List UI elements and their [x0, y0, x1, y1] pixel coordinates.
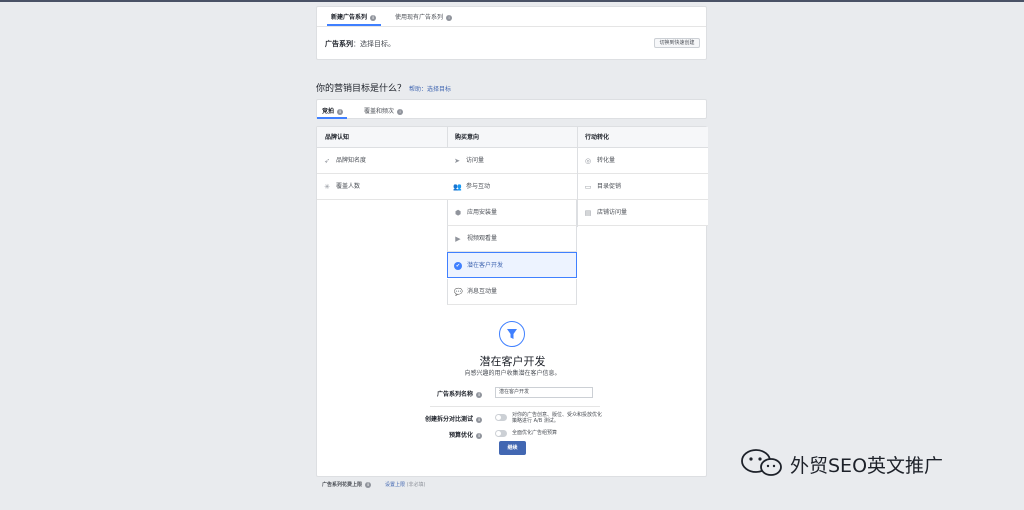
- active-tab-indicator: [317, 117, 347, 119]
- cart-icon: ▭: [584, 183, 592, 191]
- objective-panel: 品牌认知 购买意向 行动转化 ➶ 品牌知名度 ✳ 覆盖人数 ➤ 访问量 👥 参与互动 ⬢…: [316, 126, 708, 477]
- info-icon[interactable]: i: [365, 481, 372, 488]
- objective-messages[interactable]: 💬 消息互动量: [447, 279, 577, 305]
- chat-bubbles-icon: 💬: [454, 288, 463, 296]
- objective-reach[interactable]: ✳ 覆盖人数: [317, 174, 447, 200]
- objective-lead-generation[interactable]: ✔ 潜在客户开发: [447, 252, 577, 278]
- objective-label: 品牌知名度: [336, 157, 367, 164]
- funnel-icon: [499, 321, 525, 347]
- cursor-icon: ➤: [454, 157, 460, 165]
- set-limit-link-text: 设置上限: [385, 482, 406, 488]
- split-test-note: 对你的广告创意、版位、受众和投放优化 策略进行 A/B 测试。: [512, 412, 602, 424]
- quick-create-button[interactable]: 切换到快速创建: [654, 38, 700, 48]
- column-heading-consideration: 购买意向: [447, 127, 577, 148]
- budget-optimization-note: 全面优化广告组预算: [512, 430, 558, 436]
- help-link[interactable]: 帮助：选择目标: [409, 86, 451, 93]
- objective-label: 店铺访问量: [597, 209, 628, 216]
- watermark: 外贸SEO英文推广: [740, 449, 1000, 477]
- objective-label: 视频观看量: [467, 235, 498, 242]
- check-circle-icon: ✔: [454, 262, 462, 270]
- campaign-name-label: 广告系列名称 i: [437, 389, 482, 398]
- tab-auction-label: 竞拍: [322, 108, 335, 115]
- objective-engagement[interactable]: 👥 参与互动: [447, 174, 577, 200]
- objective-traffic[interactable]: ➤ 访问量: [447, 148, 577, 174]
- optional-note: (非必填): [406, 482, 426, 488]
- split-test-note-line2: 策略进行 A/B 测试。: [512, 418, 559, 424]
- split-test-toggle[interactable]: [495, 414, 507, 421]
- buying-type-tabs: 竞拍 i 覆盖和频次 i: [316, 99, 707, 119]
- objective-question: 你的营销目标是什么？ 帮助：选择目标: [316, 81, 451, 94]
- column-heading-awareness: 品牌认知: [317, 127, 447, 148]
- divider: [317, 26, 706, 27]
- objective-label: 应用安装量: [467, 209, 498, 216]
- objective-store-visits[interactable]: ▤ 店铺访问量: [578, 200, 708, 226]
- objective-detail-title: 潜在客户开发: [479, 355, 546, 368]
- video-camera-icon: ▶: [455, 235, 461, 243]
- wechat-logo-icon: [741, 449, 782, 476]
- budget-optimization-toggle[interactable]: [495, 430, 507, 437]
- info-icon[interactable]: i: [476, 391, 482, 398]
- info-icon[interactable]: i: [476, 432, 482, 439]
- objective-label: 潜在客户开发: [467, 262, 504, 269]
- continue-button[interactable]: 继续: [499, 441, 526, 455]
- campaign-header-card: 新建广告系列 i 使用现有广告系列 i 广告系列：选择目标。 切换到快速创建: [316, 6, 707, 60]
- globe-icon: ◎: [584, 157, 592, 165]
- column-heading-conversion: 行动转化: [577, 127, 708, 148]
- campaign-section-label: 广告系列：选择目标。: [325, 39, 395, 49]
- campaign-label: 广告系列: [325, 40, 353, 48]
- objective-label: 访问量: [466, 157, 485, 164]
- objective-label: 转化量: [597, 157, 616, 164]
- objective-detail-subtitle: 向感兴趣的用户收集潜在客户信息。: [464, 370, 561, 377]
- objective-app-installs[interactable]: ⬢ 应用安装量: [447, 200, 577, 226]
- watermark-text: 外贸SEO英文推广: [790, 455, 944, 477]
- budget-optimization-label: 预算优化 i: [449, 430, 482, 439]
- tab-auction[interactable]: 竞拍 i: [322, 106, 344, 115]
- objective-label: 参与互动: [466, 183, 491, 190]
- burst-icon: ✳: [324, 183, 330, 191]
- budget-optimization-label-text: 预算优化: [448, 432, 473, 439]
- top-bar: [0, 0, 1024, 2]
- split-test-label-text: 创建拆分对比测试: [424, 416, 473, 423]
- tab-reach-frequency-label: 覆盖和频次: [364, 108, 395, 115]
- info-icon[interactable]: i: [446, 14, 453, 21]
- campaign-name-label-text: 广告系列名称: [436, 391, 473, 398]
- objective-question-text: 你的营销目标是什么？: [316, 84, 407, 94]
- campaign-name-input[interactable]: 潜在客户开发: [495, 387, 593, 398]
- info-icon[interactable]: i: [370, 14, 377, 21]
- spending-limit-label: 广告系列花费上限 i: [322, 481, 372, 488]
- divider: [430, 406, 600, 407]
- campaign-hint: ：选择目标。: [353, 40, 395, 48]
- tab-new-campaign[interactable]: 新建广告系列 i: [331, 12, 377, 21]
- objective-catalog-sales[interactable]: ▭ 目录促销: [578, 174, 708, 200]
- tab-existing-campaign[interactable]: 使用现有广告系列 i: [395, 12, 453, 21]
- info-icon[interactable]: i: [476, 416, 482, 423]
- tab-reach-frequency[interactable]: 覆盖和频次 i: [364, 106, 404, 115]
- objective-conversions[interactable]: ◎ 转化量: [578, 148, 708, 174]
- objective-label: 目录促销: [597, 183, 622, 190]
- split-test-label: 创建拆分对比测试 i: [425, 414, 482, 423]
- info-icon[interactable]: i: [397, 108, 404, 115]
- app-box-icon: ⬢: [454, 209, 462, 217]
- store-icon: ▤: [584, 209, 592, 217]
- objective-label: 消息互动量: [467, 288, 498, 295]
- spending-limit-label-text: 广告系列花费上限: [322, 482, 363, 488]
- tab-existing-campaign-label: 使用现有广告系列: [395, 14, 444, 21]
- megaphone-icon: ➶: [324, 157, 330, 165]
- people-icon: 👥: [453, 183, 462, 191]
- objective-video-views[interactable]: ▶ 视频观看量: [447, 226, 577, 252]
- tab-new-campaign-label: 新建广告系列: [331, 14, 368, 21]
- objective-brand-awareness[interactable]: ➶ 品牌知名度: [317, 148, 447, 174]
- info-icon[interactable]: i: [337, 108, 344, 115]
- objective-label: 覆盖人数: [336, 183, 361, 190]
- set-limit-link[interactable]: 设置上限 (非必填): [385, 481, 426, 488]
